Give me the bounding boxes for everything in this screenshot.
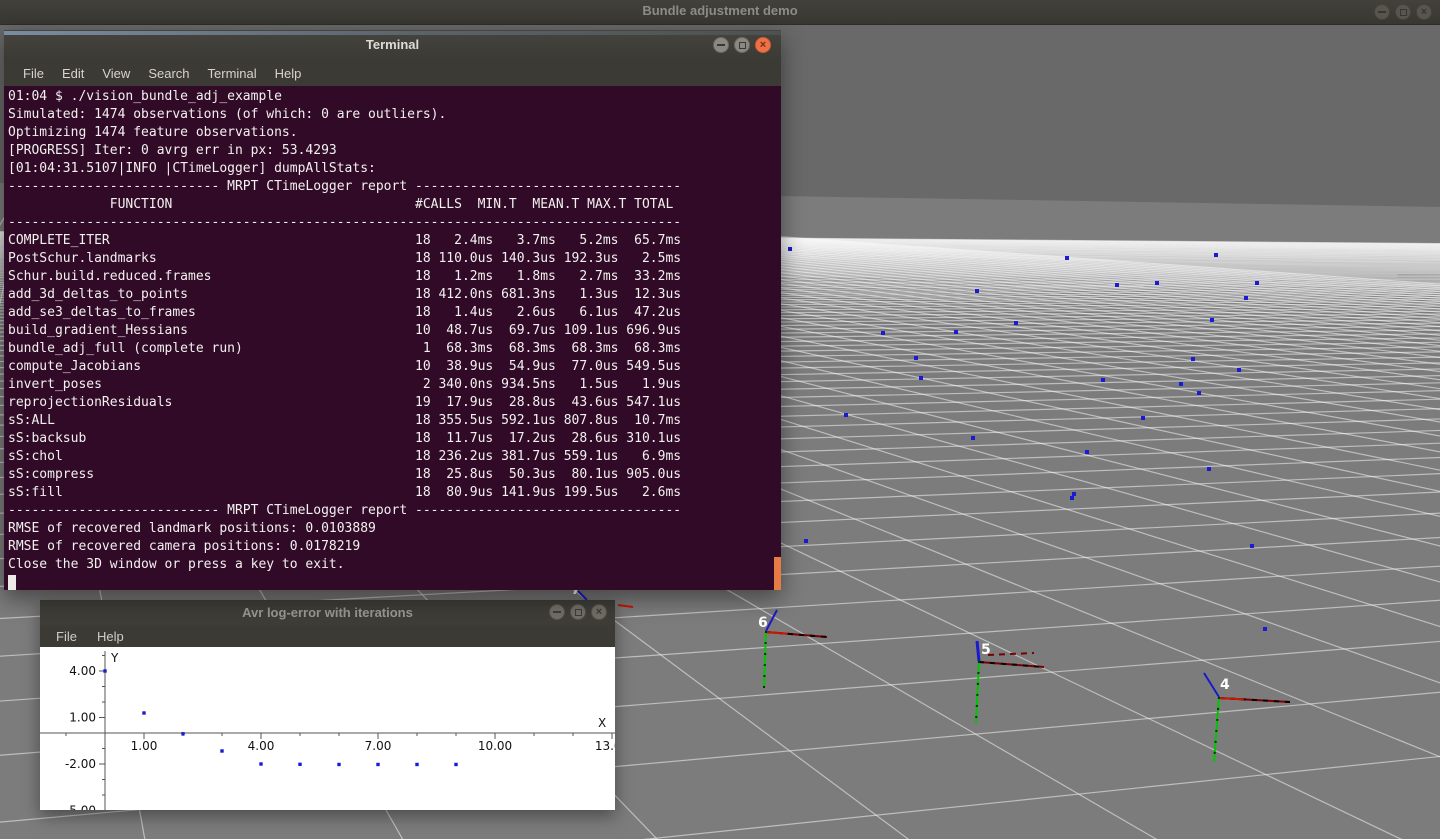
menu-item-edit[interactable]: Edit <box>53 63 93 84</box>
maximize-icon <box>739 42 746 49</box>
maximize-button[interactable] <box>734 37 750 53</box>
landmark-point <box>1115 283 1119 287</box>
close-icon: × <box>596 607 602 618</box>
maximize-button[interactable] <box>1395 4 1411 20</box>
maximize-icon <box>575 609 582 616</box>
data-point <box>298 763 301 766</box>
landmark-point <box>914 356 918 360</box>
landmark-point <box>1179 382 1183 386</box>
landmark-point <box>788 247 792 251</box>
landmark-point <box>975 289 979 293</box>
landmark-point <box>1210 318 1214 322</box>
landmark-point <box>1207 467 1211 471</box>
data-point <box>142 711 145 714</box>
main-window-controls: × <box>1374 4 1432 20</box>
data-point <box>103 669 106 672</box>
landmark-point <box>1085 450 1089 454</box>
plot-window: Avr log-error with iterations × FileHelp… <box>40 600 615 810</box>
minimize-button[interactable] <box>1374 4 1390 20</box>
close-button[interactable]: × <box>591 604 607 620</box>
terminal-title: Terminal <box>4 37 781 52</box>
landmark-point <box>919 376 923 380</box>
landmark-point <box>1244 296 1248 300</box>
landmark-point <box>1197 391 1201 395</box>
close-button[interactable]: × <box>755 37 771 53</box>
x-tick-label: 1.00 <box>131 739 158 753</box>
terminal-menubar: FileEditViewSearchTerminalHelp <box>4 60 781 86</box>
data-point <box>376 763 379 766</box>
landmark-point <box>1072 492 1076 496</box>
landmark-point <box>1263 627 1267 631</box>
menu-item-file[interactable]: File <box>14 63 53 84</box>
minimize-button[interactable] <box>549 604 565 620</box>
data-point <box>337 763 340 766</box>
data-point <box>181 732 184 735</box>
plot-titlebar[interactable]: Avr log-error with iterations × <box>40 600 615 625</box>
minimize-icon <box>717 44 725 46</box>
landmark-point <box>844 413 848 417</box>
close-icon: × <box>1421 7 1427 18</box>
minimize-icon <box>1378 11 1386 13</box>
maximize-button[interactable] <box>570 604 586 620</box>
menu-item-help[interactable]: Help <box>87 627 134 646</box>
y-tick-label: 4.00 <box>69 664 96 678</box>
landmark-point <box>1014 321 1018 325</box>
terminal-controls: × <box>713 37 771 53</box>
plot-title: Avr log-error with iterations <box>40 605 615 620</box>
landmark-point <box>1101 378 1105 382</box>
y-tick-label: -5.00 <box>65 804 96 811</box>
x-axis-label: X <box>598 716 606 730</box>
landmark-point <box>1070 496 1074 500</box>
x-tick-label: 4.00 <box>248 739 275 753</box>
landmark-point <box>1155 281 1159 285</box>
menu-item-file[interactable]: File <box>46 627 87 646</box>
menu-item-terminal[interactable]: Terminal <box>199 63 266 84</box>
landmark-point <box>1141 416 1145 420</box>
landmark-point <box>1255 281 1259 285</box>
x-tick-label: 10.00 <box>478 739 512 753</box>
landmark-point <box>881 331 885 335</box>
landmark-point <box>1237 368 1241 372</box>
y-tick-label: 1.00 <box>69 711 96 725</box>
scrollbar-thumb[interactable] <box>774 557 781 590</box>
y-tick-label: -2.00 <box>65 757 96 771</box>
landmark-point <box>1065 256 1069 260</box>
landmark-point <box>1250 544 1254 548</box>
terminal-text: 01:04 $ ./vision_bundle_adj_example Simu… <box>4 86 781 590</box>
landmark-point <box>1191 357 1195 361</box>
data-point <box>220 749 223 752</box>
titlebar-sheen <box>4 31 781 35</box>
terminal-window: Terminal × FileEditViewSearchTerminalHel… <box>4 30 781 590</box>
main-window-title: Bundle adjustment demo <box>0 3 1440 18</box>
y-axis-label: Y <box>110 651 119 665</box>
landmark-point <box>954 330 958 334</box>
close-icon: × <box>760 40 766 51</box>
menu-item-help[interactable]: Help <box>266 63 311 84</box>
landmark-point <box>804 539 808 543</box>
x-tick-label: 13.00 <box>595 739 615 753</box>
plot-canvas[interactable]: 1.00 4.00 7.00 10.00 13.00 -5.00 -2.00 1.00 4.00… <box>40 647 615 810</box>
main-window-titlebar[interactable]: Bundle adjustment demo × <box>0 0 1440 25</box>
x-tick-label: 7.00 <box>365 739 392 753</box>
maximize-icon <box>1400 9 1407 16</box>
terminal-cursor <box>8 575 16 590</box>
landmark-point <box>1214 253 1218 257</box>
camera-label: 6 <box>758 615 768 631</box>
minimize-icon <box>553 611 561 613</box>
plot-controls: × <box>549 604 607 620</box>
minimize-button[interactable] <box>713 37 729 53</box>
data-point <box>454 763 457 766</box>
data-point <box>415 763 418 766</box>
menu-item-view[interactable]: View <box>93 63 139 84</box>
terminal-titlebar[interactable]: Terminal × <box>4 30 781 60</box>
data-point <box>259 762 262 765</box>
terminal-output[interactable]: 01:04 $ ./vision_bundle_adj_example Simu… <box>4 86 781 590</box>
menu-item-search[interactable]: Search <box>139 63 198 84</box>
landmark-point <box>971 436 975 440</box>
close-button[interactable]: × <box>1416 4 1432 20</box>
camera-label: 5 <box>981 642 991 658</box>
camera-label: 4 <box>1220 677 1230 693</box>
plot-menubar: FileHelp <box>40 625 615 647</box>
